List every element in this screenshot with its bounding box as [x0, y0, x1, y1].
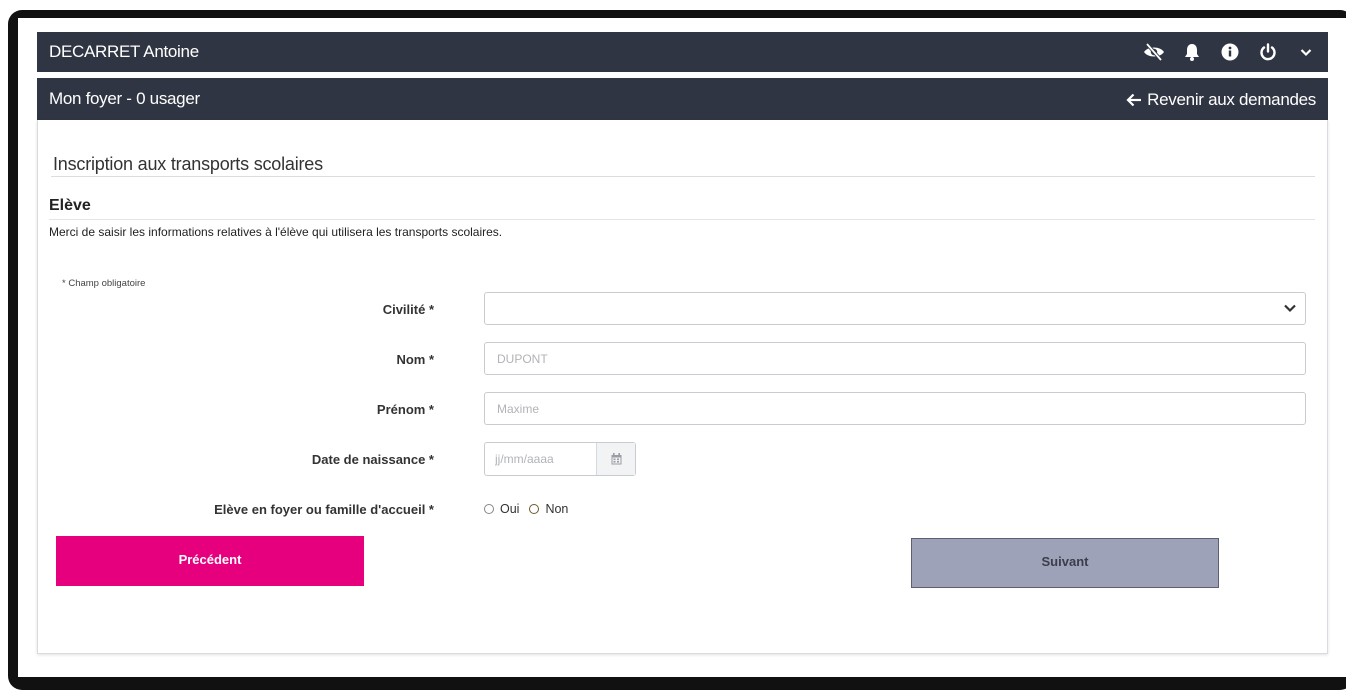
calendar-icon[interactable]	[596, 443, 635, 475]
back-link-label: Revenir aux demandes	[1147, 90, 1316, 109]
required-note: * Champ obligatoire	[62, 278, 146, 289]
nom-label: Nom *	[396, 352, 434, 367]
back-to-requests-link[interactable]: Revenir aux demandes	[1126, 90, 1316, 110]
eye-slash-icon[interactable]	[1142, 40, 1166, 64]
user-name: DECARRET Antoine	[49, 42, 199, 61]
radio-non-label: Non	[545, 502, 569, 516]
chevron-down-icon	[1283, 301, 1297, 320]
nom-input[interactable]	[485, 343, 1305, 374]
next-button[interactable]: Suivant	[911, 538, 1219, 588]
divider	[49, 219, 1315, 220]
radio-non[interactable]: Non	[529, 502, 568, 516]
prenom-field-wrapper	[484, 392, 1306, 425]
radio-non-circle[interactable]	[529, 504, 540, 514]
foyer-label: Elève en foyer ou famille d'accueil *	[214, 502, 434, 517]
section-title: Elève	[49, 197, 91, 214]
prenom-label: Prénom *	[376, 402, 434, 417]
top-bar: DECARRET Antoine	[37, 32, 1328, 72]
screen: DECARRET Antoine Mon foyer - 0 usager Re…	[18, 18, 1346, 677]
foyer-radio-group: Oui Non	[484, 502, 578, 516]
divider	[51, 176, 1315, 177]
power-icon[interactable]	[1256, 40, 1280, 64]
date-naissance-input[interactable]	[485, 443, 597, 475]
household-title: Mon foyer - 0 usager	[49, 89, 200, 108]
nom-field-wrapper	[484, 342, 1306, 375]
bell-icon[interactable]	[1180, 40, 1204, 64]
date-naissance-field	[484, 442, 636, 476]
info-icon[interactable]	[1218, 40, 1242, 64]
date-naissance-label: Date de naissance *	[311, 452, 434, 467]
sub-bar: Mon foyer - 0 usager Revenir aux demande…	[37, 78, 1328, 120]
radio-oui-label: Oui	[500, 502, 520, 516]
chevron-down-icon[interactable]	[1294, 40, 1318, 64]
section-intro: Merci de saisir les informations relativ…	[49, 225, 503, 239]
civilite-label: Civilité *	[382, 302, 434, 317]
arrow-left-icon	[1126, 93, 1142, 107]
header-icons	[1142, 40, 1318, 64]
civilite-select[interactable]	[484, 292, 1306, 325]
previous-button[interactable]: Précédent	[56, 536, 364, 586]
prenom-input[interactable]	[485, 393, 1305, 424]
radio-oui-circle[interactable]	[484, 504, 494, 514]
radio-oui[interactable]: Oui	[484, 502, 519, 516]
page-title: Inscription aux transports scolaires	[53, 154, 323, 174]
